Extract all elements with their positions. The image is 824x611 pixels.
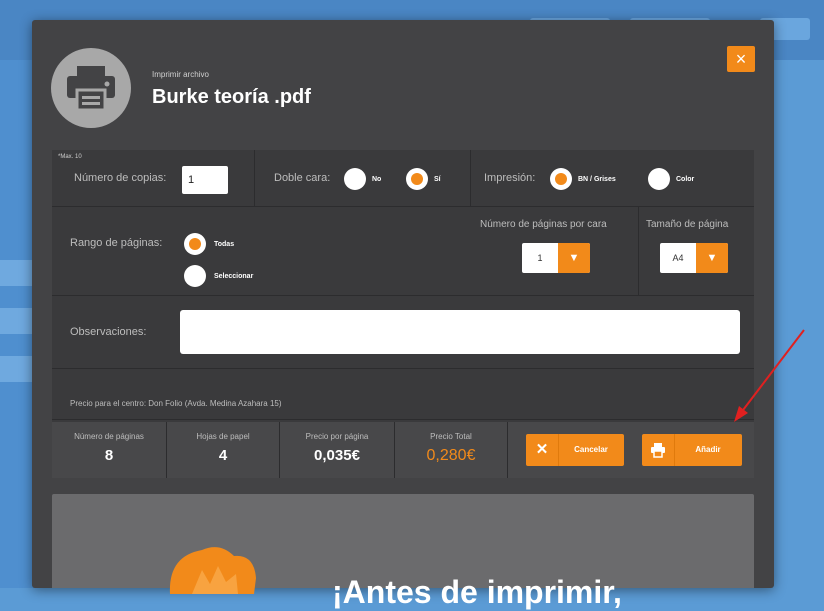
chevron-down-icon: ▼ — [696, 243, 728, 273]
printer-icon — [67, 66, 115, 112]
background-card — [0, 308, 36, 334]
stat-sheets-title: Hojas de papel — [196, 432, 250, 441]
print-bw-radio[interactable] — [550, 168, 572, 190]
promo-banner: ¡Antes de imprimir, — [52, 494, 754, 610]
duplex-yes-radio[interactable] — [406, 168, 428, 190]
stat-pages-title: Número de páginas — [74, 432, 144, 441]
range-select-radio[interactable] — [184, 265, 206, 287]
duplex-label: Doble cara: — [274, 172, 331, 184]
page-size-value: A4 — [672, 253, 684, 263]
page-size-cell: Tamaño de página A4 ▼ — [638, 207, 754, 295]
file-name: Burke teoría .pdf — [152, 86, 311, 108]
printer-avatar — [51, 48, 131, 128]
pages-per-side-select[interactable]: 1 ▼ — [522, 243, 590, 273]
stat-pages-value: 8 — [104, 447, 114, 464]
range-all-label: Todas — [214, 241, 235, 248]
print-mode-label: Impresión: — [484, 172, 536, 184]
pages-per-side-value: 1 — [537, 253, 543, 263]
stat-sheets: Hojas de papel 4 — [167, 422, 280, 478]
page-size-select[interactable]: A4 ▼ — [660, 243, 728, 273]
observations-input[interactable] — [180, 310, 740, 354]
stat-sheets-value: 4 — [218, 447, 228, 464]
print-color-label: Color — [676, 176, 695, 183]
close-button[interactable]: × — [727, 46, 755, 72]
banner-text: ¡Antes de imprimir, — [332, 574, 622, 610]
cancel-button-label: Cancelar — [574, 445, 608, 454]
stat-total-price-title: Precio Total — [430, 432, 472, 441]
cancel-button[interactable]: ✕ Cancelar — [526, 434, 624, 466]
price-center-row: Precio para el centro: Don Folio (Avda. … — [52, 369, 754, 420]
add-button-label: Añadir — [695, 445, 721, 454]
stat-price-per-page-value: 0,035€ — [314, 447, 360, 464]
range-all-radio[interactable] — [184, 233, 206, 255]
print-options-panel: *Max. 10 Número de copias: 1 Doble cara:… — [52, 150, 754, 478]
options-row: *Max. 10 Número de copias: 1 Doble cara:… — [52, 150, 754, 207]
copies-label: Número de copias: — [74, 172, 167, 184]
print-color-radio[interactable] — [648, 168, 670, 190]
duplex-no-radio[interactable] — [344, 168, 366, 190]
duplex-no-label: No — [372, 176, 382, 183]
stat-price-per-page-title: Precio por página — [305, 432, 369, 441]
max-copies-note: *Max. 10 — [58, 154, 82, 160]
stat-total-price: Precio Total 0,280€ — [395, 422, 508, 478]
copies-input[interactable]: 1 — [182, 166, 228, 194]
pages-per-side-label: Número de páginas por cara — [480, 219, 607, 230]
x-icon: ✕ — [526, 434, 559, 466]
range-label: Rango de páginas: — [70, 237, 163, 249]
observations-row: Observaciones: — [52, 296, 754, 369]
range-cell: Rango de páginas: Todas Seleccionar — [52, 207, 470, 295]
add-button[interactable]: Añadir — [642, 434, 742, 466]
copies-cell: *Max. 10 Número de copias: 1 — [52, 150, 255, 206]
print-bw-label: BN / Grises — [578, 176, 616, 183]
mascot-image — [169, 547, 256, 594]
duplex-cell: Doble cara: No Sí — [254, 150, 471, 206]
observations-label: Observaciones: — [70, 326, 147, 338]
close-icon: × — [735, 49, 747, 69]
chevron-down-icon: ▼ — [558, 243, 590, 273]
pages-per-side-cell: Número de páginas por cara 1 ▼ — [470, 207, 639, 295]
print-icon — [642, 434, 675, 466]
background-card — [0, 260, 36, 286]
stat-price-per-page: Precio por página 0,035€ — [280, 422, 395, 478]
print-mode-cell: Impresión: BN / Grises Color — [470, 150, 754, 206]
stat-pages: Número de páginas 8 — [52, 422, 167, 478]
print-dialog: × Imprimir archivo Burke teoría .pdf *Ma… — [32, 20, 774, 610]
dialog-subtitle: Imprimir archivo — [152, 70, 209, 79]
range-row: Rango de páginas: Todas Seleccionar Núme… — [52, 207, 754, 296]
stat-total-price-value: 0,280€ — [426, 447, 476, 464]
stats-row: Número de páginas 8 Hojas de papel 4 Pre… — [52, 422, 754, 478]
page-size-label: Tamaño de página — [646, 219, 729, 230]
price-center-text: Precio para el centro: Don Folio (Avda. … — [70, 399, 282, 408]
background-card — [0, 356, 36, 382]
duplex-yes-label: Sí — [434, 176, 441, 183]
range-select-label: Seleccionar — [214, 273, 254, 280]
